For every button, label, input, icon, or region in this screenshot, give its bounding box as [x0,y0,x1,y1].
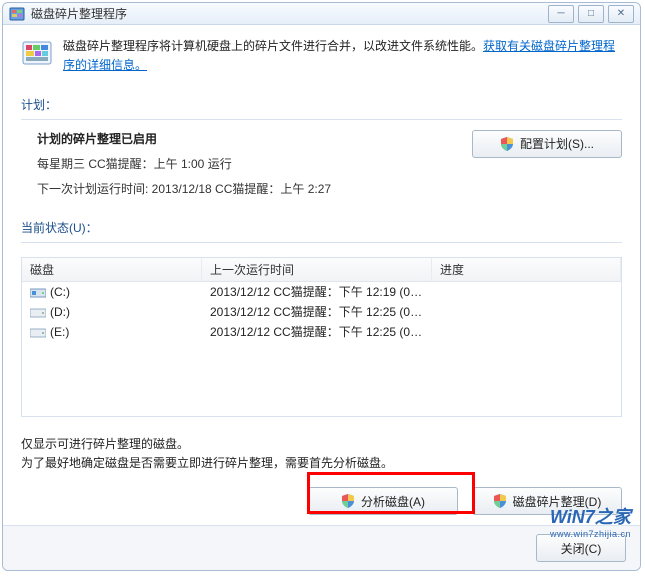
schedule-section-label: 计划： [21,96,622,113]
schedule-block: 计划的碎片整理已启用 每星期三 CC猫提醒：上午 1:00 运行 下一次计划运行… [21,130,331,205]
table-row[interactable]: (D:)2013/12/12 CC猫提醒：下午 12:25 (0%... [22,302,621,322]
note-block: 仅显示可进行碎片整理的磁盘。 为了最好地确定磁盘是否需要立即进行碎片整理，需要首… [21,435,622,473]
info-text: 磁盘碎片整理程序将计算机硬盘上的碎片文件进行合并，以改进文件系统性能。获取有关磁… [63,37,622,75]
shield-icon [493,494,507,508]
analyze-disk-button[interactable]: 分析磁盘(A) [308,487,458,515]
window-buttons: ─ □ ✕ [548,5,634,23]
note-line-2: 为了最好地确定磁盘是否需要立即进行碎片整理，需要首先分析磁盘。 [21,454,622,473]
divider [21,119,622,120]
shield-icon [500,137,514,151]
defrag-disk-button[interactable]: 磁盘碎片整理(D) [472,487,622,515]
window-title: 磁盘碎片整理程序 [31,5,548,22]
defrag-icon [21,37,53,69]
note-line-1: 仅显示可进行碎片整理的磁盘。 [21,435,622,454]
cell-disk: (E:) [22,325,202,339]
schedule-line-2: 下一次计划运行时间: 2013/12/18 CC猫提醒：上午 2:27 [37,180,331,197]
disk-list: 磁盘 上一次运行时间 进度 (C:)2013/12/12 CC猫提醒：下午 12… [21,257,622,417]
maximize-button[interactable]: □ [578,5,604,23]
bottom-buttons: 分析磁盘(A) 磁盘碎片整理(D) [21,487,622,515]
schedule-line-1: 每星期三 CC猫提醒：上午 1:00 运行 [37,155,331,172]
app-icon [9,6,25,22]
column-header-lastrun[interactable]: 上一次运行时间 [202,258,432,281]
table-row[interactable]: (E:)2013/12/12 CC猫提醒：下午 12:25 (0%... [22,322,621,342]
schedule-row: 计划的碎片整理已启用 每星期三 CC猫提醒：上午 1:00 运行 下一次计划运行… [21,130,622,205]
info-row: 磁盘碎片整理程序将计算机硬盘上的碎片文件进行合并，以改进文件系统性能。获取有关磁… [21,37,622,75]
cell-lastrun: 2013/12/12 CC猫提醒：下午 12:25 (0%... [202,303,432,320]
schedule-heading: 计划的碎片整理已启用 [37,130,331,147]
cell-lastrun: 2013/12/12 CC猫提醒：下午 12:19 (0%... [202,283,432,300]
configure-schedule-label: 配置计划(S)... [520,135,594,152]
status-section-label: 当前状态(U)： [21,219,622,236]
list-header: 磁盘 上一次运行时间 进度 [22,258,621,282]
window: 磁盘碎片整理程序 ─ □ ✕ 磁盘碎片整理程序将计算机硬盘上的碎片文件进行合并，… [2,2,641,571]
column-header-disk[interactable]: 磁盘 [22,258,202,281]
titlebar: 磁盘碎片整理程序 ─ □ ✕ [3,3,640,25]
info-text-static: 磁盘碎片整理程序将计算机硬盘上的碎片文件进行合并，以改进文件系统性能。 [63,39,483,53]
cell-lastrun: 2013/12/12 CC猫提醒：下午 12:25 (0%... [202,323,432,340]
table-row[interactable]: (C:)2013/12/12 CC猫提醒：下午 12:19 (0%... [22,282,621,302]
close-button-label: 关闭(C) [561,540,602,557]
list-body: (C:)2013/12/12 CC猫提醒：下午 12:19 (0%...(D:)… [22,282,621,342]
content-area: 磁盘碎片整理程序将计算机硬盘上的碎片文件进行合并，以改进文件系统性能。获取有关磁… [3,25,640,525]
divider [21,242,622,243]
close-button[interactable]: 关闭(C) [536,534,626,562]
defrag-disk-label: 磁盘碎片整理(D) [513,493,602,510]
minimize-button[interactable]: ─ [548,5,574,23]
cell-disk: (D:) [22,305,202,319]
analyze-disk-label: 分析磁盘(A) [361,493,425,510]
shield-icon [341,494,355,508]
column-header-progress[interactable]: 进度 [432,258,621,281]
footer: 关闭(C) [3,525,640,570]
cell-disk: (C:) [22,285,202,299]
close-window-button[interactable]: ✕ [608,5,634,23]
configure-schedule-button[interactable]: 配置计划(S)... [472,130,622,158]
